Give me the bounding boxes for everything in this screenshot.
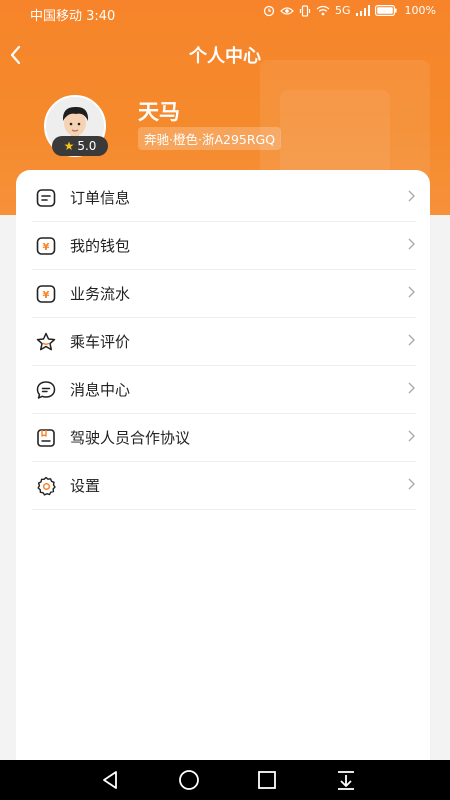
wallet-icon: ¥ <box>34 234 58 258</box>
svg-text:¥: ¥ <box>43 242 50 253</box>
circle-home-icon <box>179 770 199 790</box>
chevron-right-icon <box>408 238 415 250</box>
car-info-tag: 奔驰·橙色·浙A295RGQ <box>138 127 282 150</box>
menu-item-message-center[interactable]: 消息中心 <box>32 366 416 414</box>
chevron-right-icon <box>408 286 415 298</box>
triangle-back-icon <box>103 771 117 789</box>
chevron-right-icon <box>408 478 415 490</box>
gear-icon <box>34 474 58 498</box>
menu-label: 订单信息 <box>70 189 131 207</box>
vibrate-icon <box>299 4 311 17</box>
menu-label: 设置 <box>70 477 101 495</box>
wifi-icon <box>316 5 330 16</box>
system-nav-bar <box>0 760 450 800</box>
square-recents-icon <box>258 771 276 789</box>
nav-recents-button[interactable] <box>255 768 279 792</box>
menu-item-wallet[interactable]: ¥ 我的钱包 <box>32 222 416 270</box>
alarm-icon <box>263 5 275 16</box>
carrier-time: 中国移动 3:40 <box>30 9 116 24</box>
status-icons: 5G 100% <box>263 4 436 17</box>
chevron-right-icon <box>408 190 415 202</box>
network-type: 5G <box>335 4 351 17</box>
order-list-icon <box>34 186 58 210</box>
menu-item-settings[interactable]: 设置 <box>32 462 416 510</box>
message-icon <box>34 378 58 402</box>
status-bar: 中国移动 3:40 5G 100% <box>0 0 450 26</box>
menu-item-transactions[interactable]: ¥ 业务流水 <box>32 270 416 318</box>
signal-icon <box>355 5 370 16</box>
menu-card: 订单信息 ¥ 我的钱包 ¥ 业务流水 乘车评价 消息中心 驾驶人员合作协议 设置 <box>16 170 430 770</box>
page-title: 个人中心 <box>189 46 261 67</box>
menu-label: 驾驶人员合作协议 <box>70 429 191 447</box>
menu-label: 消息中心 <box>70 381 131 399</box>
chevron-right-icon <box>408 334 415 346</box>
rating-badge: ★ 5.0 <box>52 136 108 156</box>
menu-label: 我的钱包 <box>70 237 131 255</box>
nav-back-button[interactable] <box>98 768 122 792</box>
chevron-right-icon <box>408 382 415 394</box>
battery-percent: 100% <box>404 4 436 17</box>
eye-icon <box>280 6 294 15</box>
menu-label: 业务流水 <box>70 285 131 303</box>
rating-value: 5.0 <box>77 139 97 153</box>
chevron-right-icon <box>408 430 415 442</box>
star-icon <box>34 330 58 354</box>
agreement-icon <box>34 426 58 450</box>
transactions-icon: ¥ <box>34 282 58 306</box>
battery-icon <box>374 5 397 16</box>
arrow-down-icon <box>338 771 354 790</box>
star-icon: ★ <box>63 139 75 153</box>
nav-hide-button[interactable] <box>334 768 358 792</box>
nav-home-button[interactable] <box>177 768 201 792</box>
menu-item-order-info[interactable]: 订单信息 <box>32 174 416 222</box>
user-name: 天马 <box>138 100 180 124</box>
menu-item-ride-rating[interactable]: 乘车评价 <box>32 318 416 366</box>
menu-label: 乘车评价 <box>70 333 131 351</box>
svg-text:¥: ¥ <box>43 290 50 301</box>
menu-item-driver-agreement[interactable]: 驾驶人员合作协议 <box>32 414 416 462</box>
